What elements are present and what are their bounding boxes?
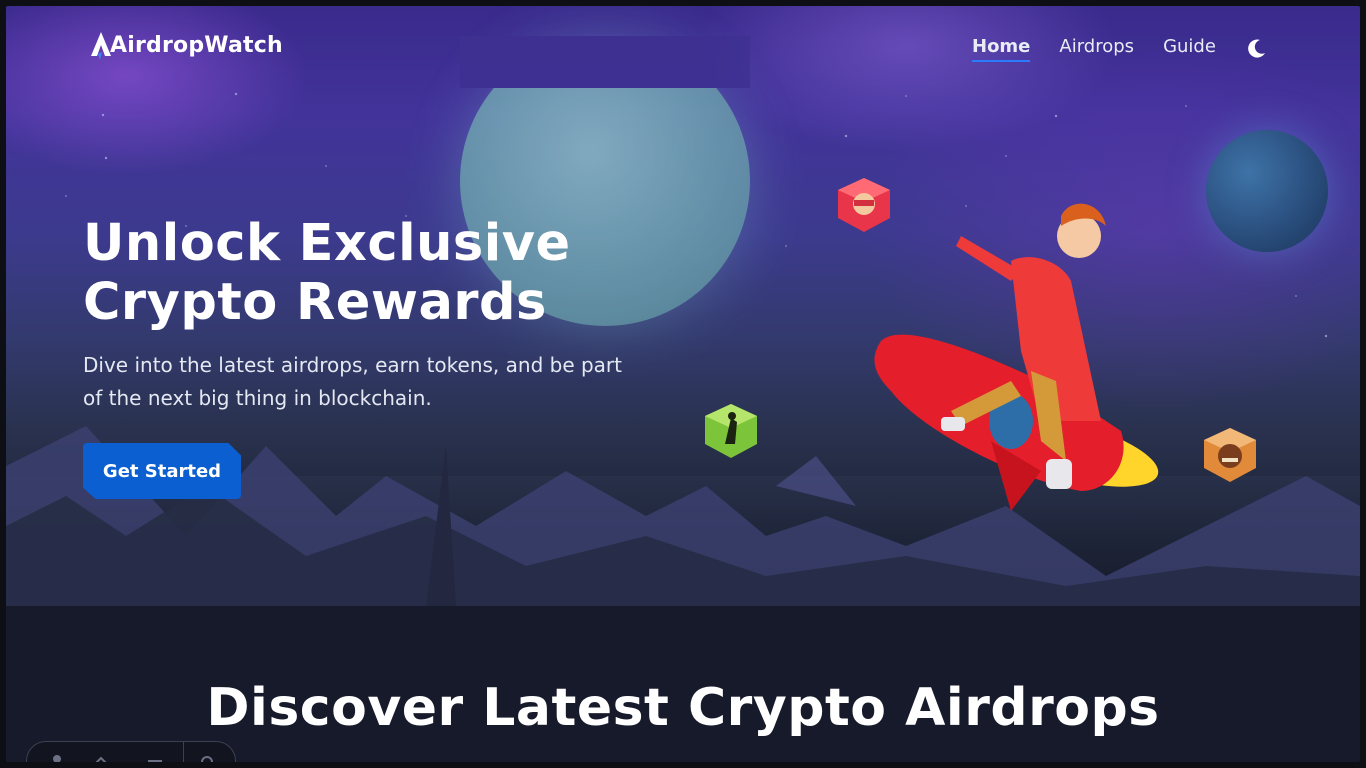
page-frame: AirdropWatch Home Airdrops Guide Unlock … [6, 6, 1360, 762]
orange-token-icon [1204, 428, 1256, 482]
hero-subtitle-line2: of the next big thing in blockchain. [83, 386, 432, 410]
hero-title: Unlock Exclusive Crypto Rewards [83, 214, 603, 332]
hero-subtitle: Dive into the latest airdrops, earn toke… [83, 349, 663, 415]
green-token-icon [705, 404, 757, 458]
get-started-button[interactable]: Get Started [83, 443, 241, 499]
hero-title-line1: Unlock Exclusive [83, 214, 571, 273]
nav-links: Home Airdrops Guide [972, 36, 1216, 62]
bottom-dock [26, 741, 236, 762]
nav-link-airdrops[interactable]: Airdrops [1059, 36, 1134, 62]
brand-logo[interactable]: AirdropWatch [90, 30, 283, 60]
airdrop-logo-icon [91, 32, 111, 60]
rocket-rider [874, 203, 1159, 511]
nav-link-guide[interactable]: Guide [1163, 36, 1216, 62]
nav-link-home[interactable]: Home [972, 36, 1031, 62]
menu-icon[interactable] [147, 754, 163, 762]
dock-divider [183, 742, 184, 762]
gear-icon[interactable] [199, 754, 215, 762]
moon-icon[interactable] [1246, 37, 1268, 59]
brand-name: AirdropWatch [110, 32, 283, 58]
sparkle-icon[interactable] [93, 754, 109, 762]
top-navbar: AirdropWatch Home Airdrops Guide [6, 6, 1360, 86]
blue-planet [1206, 130, 1328, 252]
user-icon[interactable] [49, 754, 65, 762]
section-title: Discover Latest Crypto Airdrops [206, 678, 1160, 738]
hero-subtitle-line1: Dive into the latest airdrops, earn toke… [83, 353, 622, 377]
hero-title-line2: Crypto Rewards [83, 273, 547, 332]
